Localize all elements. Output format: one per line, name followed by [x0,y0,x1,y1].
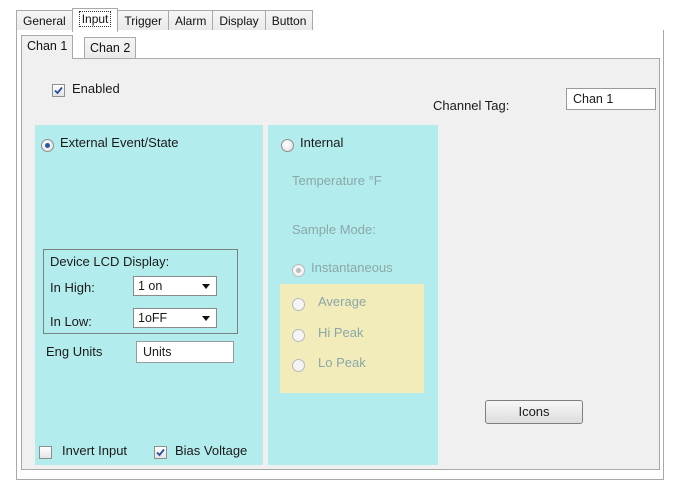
radio-button [41,139,54,153]
icons-button[interactable]: Icons [485,400,583,424]
tab-alarm[interactable]: Alarm [167,10,214,31]
mode-instantaneous-radio[interactable] [292,262,305,278]
bias-voltage-label: Bias Voltage [175,443,248,458]
enabled-label: Enabled [72,81,120,96]
tab-chan-2[interactable]: Chan 2 [84,37,137,59]
tab-general[interactable]: General [16,10,73,31]
radio-button [281,139,294,153]
in-high-value: 1 on [138,279,163,293]
tab-display-label: Display [219,14,259,28]
tab-alarm-label: Alarm [174,14,207,28]
mode-average-label: Average [318,294,367,309]
tab-button[interactable]: Button [264,10,314,31]
tab-button-label: Button [271,14,307,28]
channel-tag-label: Channel Tag: [433,98,510,113]
mode-hi-peak-label: Hi Peak [318,325,364,340]
top-tabstrip: General Input Trigger Alarm Display Butt… [16,8,314,32]
invert-input-checkbox[interactable] [39,444,52,460]
chevron-down-icon [202,316,210,321]
chevron-down-icon [202,284,210,289]
checkbox-box [39,446,52,460]
invert-input-label: Invert Input [62,443,128,458]
tab-trigger[interactable]: Trigger [117,10,169,31]
tab-input[interactable]: Input [71,8,119,32]
internal-label: Internal [300,135,344,150]
tab-trigger-label: Trigger [124,14,162,28]
tab-display[interactable]: Display [212,10,266,31]
mode-lo-peak-label: Lo Peak [318,355,366,370]
in-low-label: In Low: [50,314,92,329]
enabled-checkbox[interactable] [52,82,65,98]
radio-button [292,298,305,312]
external-event-radio[interactable] [41,137,54,153]
tab-chan-2-label: Chan 2 [90,41,131,55]
temperature-label: Temperature °F [292,173,382,188]
in-high-label: In High: [50,280,95,295]
in-high-dropdown[interactable]: 1 on [133,276,217,296]
sample-mode-label: Sample Mode: [292,222,376,237]
in-low-dropdown[interactable]: 1oFF [133,308,217,328]
checkbox-box [154,446,167,460]
channel-tag-input[interactable]: Chan 1 [566,88,656,110]
tab-chan-1-label: Chan 1 [27,39,68,53]
internal-radio[interactable] [281,137,294,153]
in-low-value: 1oFF [138,311,168,325]
checkbox-box [52,84,65,98]
tab-input-label: Input [78,11,112,27]
external-event-label: External Event/State [60,135,179,150]
device-lcd-title: Device LCD Display: [50,254,170,269]
bias-voltage-checkbox[interactable] [154,444,167,460]
mode-lo-peak-radio[interactable] [292,357,305,373]
eng-units-label: Eng Units [46,344,103,359]
eng-units-input[interactable]: Units [136,341,234,363]
mode-hi-peak-radio[interactable] [292,327,305,343]
tab-chan-1[interactable]: Chan 1 [21,35,74,59]
radio-button [292,264,305,278]
mode-instantaneous-label: Instantaneous [311,260,393,275]
radio-button [292,329,305,343]
icons-button-label: Icons [518,404,550,419]
mode-average-radio[interactable] [292,296,305,312]
tab-general-label: General [23,14,66,28]
radio-button [292,359,305,373]
